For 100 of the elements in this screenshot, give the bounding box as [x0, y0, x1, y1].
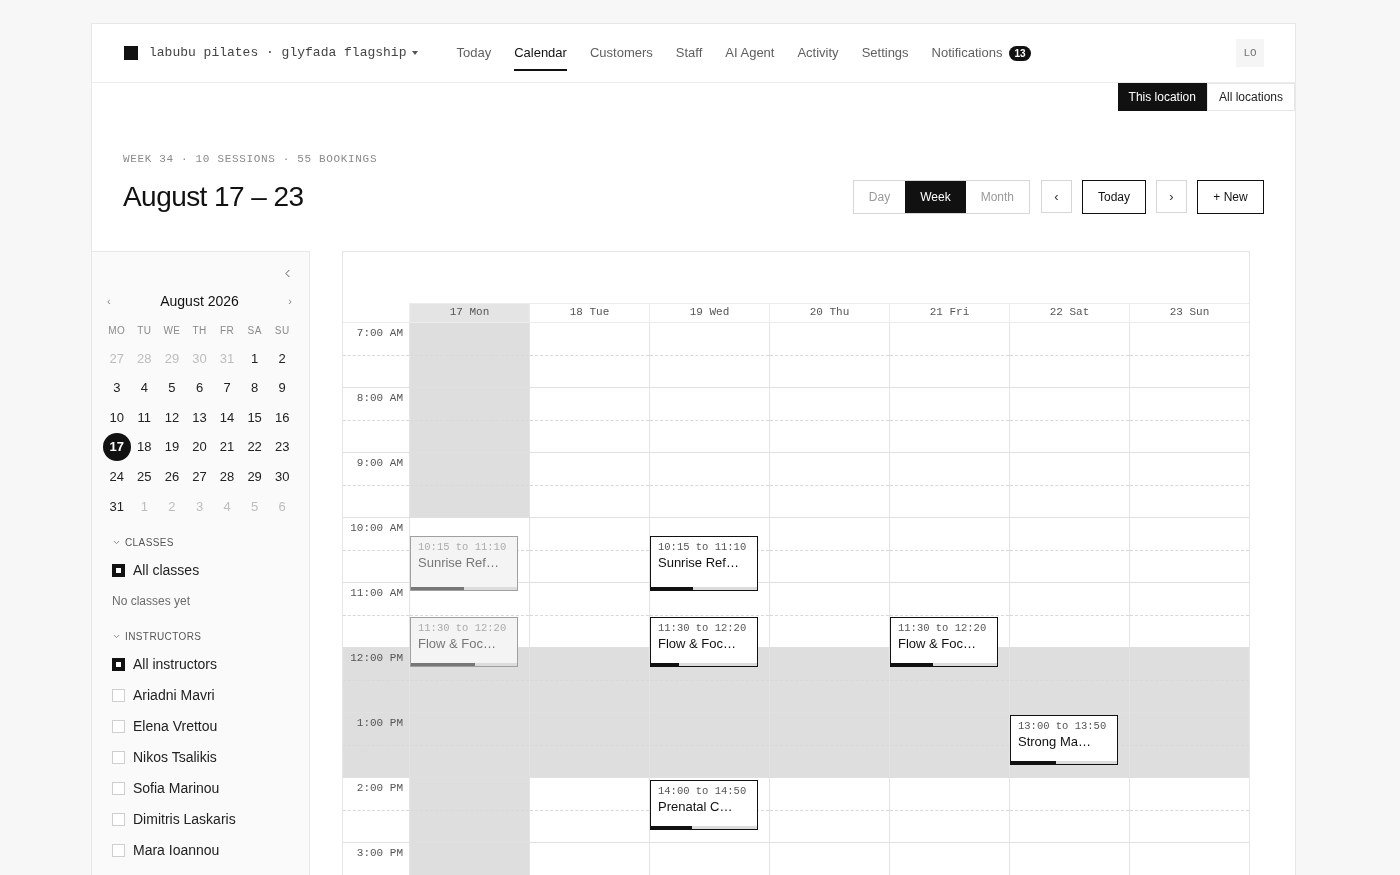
- class-session-card[interactable]: 11:30 to 12:20 Flow & Foc…: [890, 617, 998, 668]
- filter-option[interactable]: Ariadni Mavri: [112, 680, 297, 712]
- calendar-day[interactable]: 24: [103, 462, 131, 491]
- checkbox[interactable]: [112, 720, 125, 734]
- weekday-label: MO: [108, 323, 126, 338]
- calendar-day[interactable]: 28: [213, 462, 241, 491]
- filter-option[interactable]: All instructors: [112, 649, 297, 681]
- session-title: Flow & Foc…: [417, 635, 497, 652]
- calendar-day[interactable]: 29: [240, 462, 269, 491]
- day-header: 21 Fri: [889, 302, 1009, 322]
- calendar-day[interactable]: 31: [103, 492, 131, 521]
- calendar-day[interactable]: 14: [213, 403, 241, 432]
- filter-option[interactable]: Elena Vrettou: [112, 711, 297, 743]
- nav-tab[interactable]: Notifications 13: [931, 35, 1031, 71]
- new-session-button[interactable]: + New: [1197, 179, 1264, 214]
- nav-tab[interactable]: Settings: [861, 35, 909, 71]
- class-session-card[interactable]: 13:00 to 13:50 Strong Ma…: [1010, 714, 1118, 765]
- calendar-day[interactable]: 13: [185, 403, 214, 432]
- next-month-button[interactable]: ›: [286, 292, 294, 310]
- calendar-day[interactable]: 12: [158, 403, 186, 432]
- checkbox[interactable]: [112, 813, 125, 827]
- calendar-day[interactable]: 30: [268, 462, 296, 491]
- time-label: 2:00 PM: [356, 780, 403, 796]
- class-session-card[interactable]: 14:00 to 14:50 Prenatal C…: [650, 779, 758, 830]
- calendar-day[interactable]: 4: [130, 373, 159, 402]
- calendar-day[interactable]: 19: [158, 433, 186, 462]
- calendar-day[interactable]: 18: [130, 433, 159, 462]
- calendar-day[interactable]: 27: [185, 462, 214, 491]
- calendar-day[interactable]: 3: [103, 373, 131, 402]
- calendar-day[interactable]: 9: [268, 373, 296, 402]
- class-session-card[interactable]: 10:15 to 11:10 Sunrise Ref…: [650, 535, 758, 592]
- session-title: Sunrise Ref…: [417, 553, 500, 571]
- nav-tab[interactable]: Calendar: [514, 35, 567, 71]
- nav-tab[interactable]: Activity: [797, 35, 839, 71]
- time-label: 8:00 AM: [356, 390, 403, 406]
- caret-down-icon: [412, 51, 419, 55]
- nav-tab[interactable]: Customers: [589, 35, 653, 71]
- weekday-label: TU: [137, 323, 152, 338]
- checkbox[interactable]: [112, 689, 125, 703]
- session-title: Strong Ma…: [1017, 732, 1092, 750]
- checkbox[interactable]: [112, 564, 125, 578]
- filter-option[interactable]: Sofia Marinou: [112, 773, 297, 805]
- notification-badge: 13: [1009, 45, 1031, 61]
- next-week-button[interactable]: ›: [1156, 180, 1187, 213]
- checkbox[interactable]: [112, 751, 125, 765]
- calendar-day[interactable]: 11: [130, 403, 159, 432]
- month-title: August 2026: [160, 291, 239, 311]
- previous-week-button[interactable]: ‹: [1041, 180, 1072, 213]
- previous-month-button[interactable]: ‹: [105, 292, 113, 310]
- location-switcher[interactable]: labubu pilates · glyfada flagship: [149, 43, 419, 63]
- checkbox[interactable]: [112, 658, 125, 672]
- calendar-day[interactable]: 17: [103, 433, 131, 462]
- calendar-day[interactable]: 20: [185, 433, 214, 462]
- view-tab[interactable]: Week: [905, 180, 966, 213]
- calendar-day[interactable]: 6: [185, 373, 214, 402]
- calendar-day[interactable]: 5: [158, 373, 186, 402]
- day-header: 23 Sun: [1129, 302, 1249, 322]
- calendar-day[interactable]: 10: [103, 403, 131, 432]
- section-toggle[interactable]: CLASSES: [112, 535, 174, 551]
- checkbox[interactable]: [112, 782, 125, 796]
- nav-tab[interactable]: Today: [456, 35, 492, 71]
- time-label: 7:00 AM: [356, 325, 403, 341]
- filter-option[interactable]: All classes: [112, 555, 297, 587]
- weekday-label: WE: [163, 323, 181, 338]
- section-toggle[interactable]: INSTRUCTORS: [112, 629, 202, 645]
- session-time: 10:15 to 11:10: [417, 539, 508, 554]
- location-scope-tab[interactable]: This location: [1117, 83, 1207, 111]
- calendar-day[interactable]: 7: [213, 373, 241, 402]
- time-label: 11:00 AM: [350, 585, 403, 601]
- today-button[interactable]: Today: [1082, 179, 1146, 214]
- filter-option[interactable]: Mara Ioannou: [112, 835, 297, 867]
- class-session-card[interactable]: 11:30 to 12:20 Flow & Foc…: [410, 617, 518, 668]
- calendar-day[interactable]: 1: [240, 344, 269, 373]
- weekday-label: SA: [247, 323, 262, 338]
- time-label: 12:00 PM: [350, 650, 403, 666]
- location-scope-tab[interactable]: All locations: [1206, 83, 1295, 111]
- calendar-day[interactable]: 25: [130, 462, 159, 491]
- session-time: 14:00 to 14:50: [657, 783, 748, 798]
- calendar-day[interactable]: 16: [268, 403, 296, 432]
- checkbox[interactable]: [112, 844, 125, 858]
- calendar-day[interactable]: 15: [240, 403, 269, 432]
- filter-option[interactable]: Dimitris Laskaris: [112, 804, 297, 836]
- nav-tab[interactable]: AI Agent: [725, 35, 775, 71]
- calendar-day[interactable]: 8: [240, 373, 269, 402]
- calendar-day[interactable]: 26: [158, 462, 186, 491]
- user-avatar[interactable]: LO: [1236, 39, 1264, 67]
- calendar-day[interactable]: 2: [268, 344, 296, 373]
- empty-note: No classes yet: [112, 593, 192, 611]
- calendar-day[interactable]: 23: [268, 433, 296, 462]
- session-title: Prenatal C…: [657, 797, 734, 815]
- day-header: 18 Tue: [529, 302, 649, 322]
- filter-option[interactable]: Nikos Tsalikis: [112, 742, 297, 774]
- calendar-day[interactable]: 21: [213, 433, 241, 462]
- time-label: 10:00 AM: [350, 520, 403, 536]
- nav-tab[interactable]: Staff: [675, 35, 703, 71]
- calendar-day[interactable]: 22: [240, 433, 269, 462]
- logo-icon: [124, 46, 138, 60]
- class-session-card[interactable]: 11:30 to 12:20 Flow & Foc…: [650, 617, 758, 668]
- day-header: 20 Thu: [769, 302, 889, 322]
- class-session-card[interactable]: 10:15 to 11:10 Sunrise Ref…: [410, 535, 518, 592]
